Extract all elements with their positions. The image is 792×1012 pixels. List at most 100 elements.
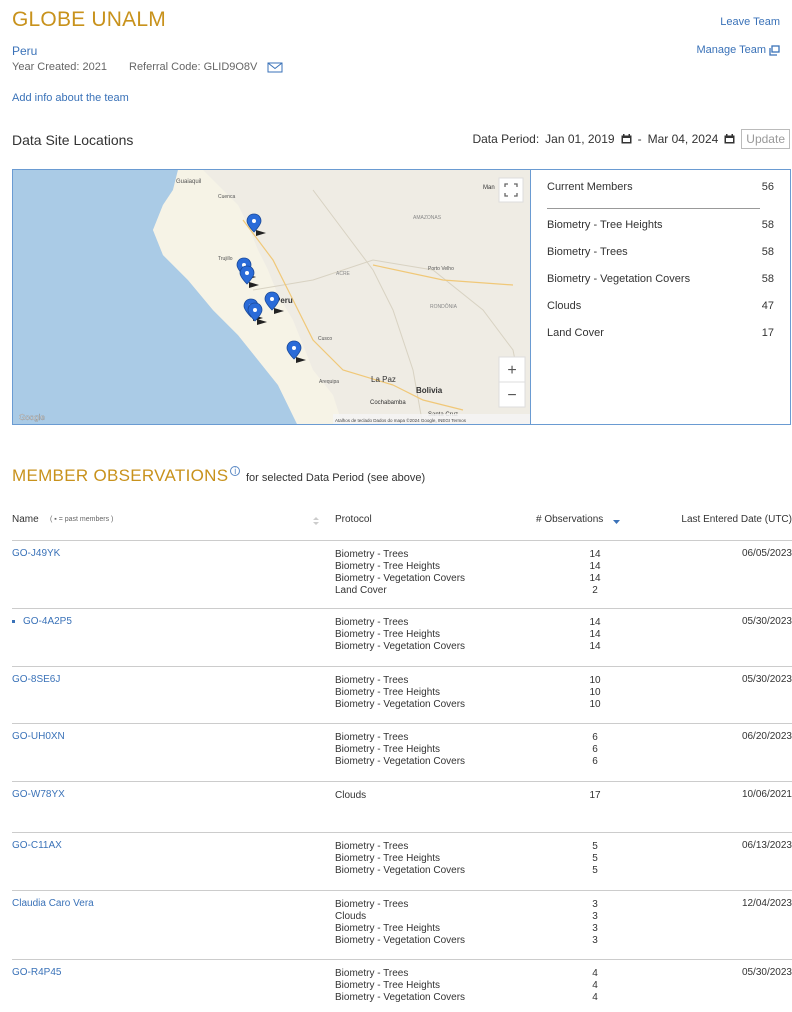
calendar-icon[interactable]: [724, 134, 735, 144]
table-row-name: GO-J49YK: [12, 548, 60, 559]
protocol-item: Clouds: [335, 790, 367, 801]
stat-value: 58: [761, 273, 774, 285]
add-info-link[interactable]: Add info about the team: [12, 92, 129, 104]
row-divider: [12, 666, 792, 667]
year-created: Year Created: 2021: [12, 61, 107, 73]
start-date[interactable]: Jan 01, 2019: [545, 132, 614, 146]
member-link[interactable]: GO-C11AX: [12, 840, 62, 851]
map-label: Porto Velho: [428, 266, 454, 272]
row-divider: [12, 890, 792, 891]
leave-team-link[interactable]: Leave Team: [720, 16, 780, 28]
observation-count: 3: [592, 899, 598, 910]
observation-count: 14: [589, 561, 601, 572]
map-attribution[interactable]: Atalhos de teclado Dados do mapa ©2024 G…: [335, 417, 467, 423]
zoom-in-button[interactable]: +: [498, 356, 526, 383]
table-row-name: GO-W78YX: [12, 789, 65, 800]
protocol-item: Biometry - Vegetation Covers: [335, 935, 466, 946]
row-divider: [12, 540, 792, 541]
observation-count: 10: [589, 687, 601, 698]
stat-label: Land Cover: [547, 327, 604, 339]
table-row-counts: 17: [560, 790, 630, 802]
stat-value: 17: [761, 327, 774, 339]
observation-count: 6: [592, 744, 598, 755]
protocol-item: Biometry - Vegetation Covers: [335, 756, 466, 767]
stat-label: Current Members: [547, 181, 633, 193]
map-canvas[interactable]: Guaiaquil Cuenca Trujillo AMAZONAS ACRE …: [13, 170, 531, 425]
table-row-date: 12/04/2023: [741, 898, 792, 909]
protocol-item: Biometry - Trees: [335, 968, 409, 979]
protocol-item: Biometry - Vegetation Covers: [335, 865, 466, 876]
protocol-item: Land Cover: [335, 585, 387, 596]
member-link[interactable]: GO-R4P45: [12, 967, 61, 978]
header-last-date[interactable]: Last Entered Date (UTC): [681, 514, 792, 525]
protocol-item: Biometry - Vegetation Covers: [335, 699, 466, 710]
observation-count: 3: [592, 923, 598, 934]
table-row-date: 06/05/2023: [741, 548, 792, 559]
observation-count: 2: [592, 585, 598, 596]
member-link[interactable]: Claudia Caro Vera: [12, 898, 94, 909]
observation-count: 17: [589, 790, 601, 801]
header-name[interactable]: Name: [12, 514, 39, 525]
member-link[interactable]: GO-W78YX: [12, 789, 65, 800]
map-label: ACRE: [336, 271, 351, 277]
calendar-icon[interactable]: [621, 134, 632, 144]
protocol-item: Biometry - Trees: [335, 899, 409, 910]
protocol-item: Biometry - Trees: [335, 549, 409, 560]
sort-descending-icon[interactable]: [613, 519, 620, 525]
table-row-counts: 555: [560, 841, 630, 877]
member-link[interactable]: GO-4A2P5: [23, 616, 72, 627]
table-row-name: GO-R4P45: [12, 967, 61, 978]
data-period-controls: Data Period: Jan 01, 2019 - Mar 04, 2024…: [472, 129, 790, 149]
end-date[interactable]: Mar 04, 2024: [648, 132, 719, 146]
protocol-item: Biometry - Tree Heights: [335, 744, 441, 755]
row-divider: [12, 959, 792, 960]
stat-value: 58: [761, 246, 774, 258]
update-button[interactable]: Update: [741, 129, 790, 149]
observation-count: 3: [592, 935, 598, 946]
stat-row: Biometry - Tree Heights 58: [547, 219, 774, 231]
header-observations[interactable]: # Observations: [536, 514, 603, 525]
stat-value: 47: [761, 300, 774, 312]
table-row-protocols: Biometry - Trees Biometry - Tree Heights B…: [335, 675, 465, 711]
table-row-date: 06/20/2023: [741, 731, 792, 742]
member-link[interactable]: GO-UH0XN: [12, 731, 65, 742]
map-label: Trujillo: [218, 256, 233, 262]
observation-count: 5: [592, 865, 598, 876]
map-label: Arequipa: [319, 379, 339, 385]
team-meta: Year Created: 2021 Referral Code: GLID9O…: [12, 61, 283, 73]
manage-team-link[interactable]: Manage Team: [696, 44, 780, 56]
protocol-item: Biometry - Tree Heights: [335, 923, 441, 934]
table-row-protocols: Biometry - Trees Biometry - Tree Heights B…: [335, 841, 465, 877]
row-divider: [12, 608, 792, 609]
table-row-date: 06/13/2023: [741, 840, 792, 851]
referral-code: Referral Code: GLID9O8V: [129, 61, 258, 73]
stat-row: Biometry - Vegetation Covers 58: [547, 273, 774, 285]
header-protocol[interactable]: Protocol: [335, 514, 372, 525]
fullscreen-button[interactable]: [498, 177, 524, 203]
team-country: Peru: [12, 44, 38, 58]
google-logo: Google: [19, 413, 45, 422]
observation-count: 3: [592, 911, 598, 922]
stat-label: Biometry - Vegetation Covers: [547, 273, 691, 285]
observation-count: 5: [592, 853, 598, 864]
manage-team-label[interactable]: Manage Team: [696, 44, 766, 56]
table-row-counts: 14 14 14 2: [560, 549, 630, 597]
stat-label: Biometry - Trees: [547, 246, 628, 258]
site-map[interactable]: Guaiaquil Cuenca Trujillo AMAZONAS ACRE …: [12, 169, 531, 425]
sort-icon[interactable]: [312, 516, 320, 526]
map-label: Bolivia: [416, 386, 443, 395]
info-icon[interactable]: i: [230, 466, 241, 476]
table-row-counts: 444: [560, 968, 630, 1004]
zoom-out-button[interactable]: −: [498, 381, 526, 408]
table-row-counts: 3333: [560, 899, 630, 947]
member-stats-panel: Current Members 56 Biometry - Tree Height…: [530, 169, 791, 425]
envelope-icon[interactable]: [267, 62, 283, 73]
observation-count: 14: [589, 573, 601, 584]
header-past-members-note: ( ▪ = past members ): [50, 516, 114, 523]
member-link[interactable]: GO-J49YK: [12, 548, 60, 559]
stat-label: Biometry - Tree Heights: [547, 219, 663, 231]
stat-row: Current Members 56: [547, 181, 774, 193]
map-label: AMAZONAS: [413, 215, 442, 221]
member-link[interactable]: GO-8SE6J: [12, 674, 60, 685]
table-row-date: 05/30/2023: [741, 674, 792, 685]
